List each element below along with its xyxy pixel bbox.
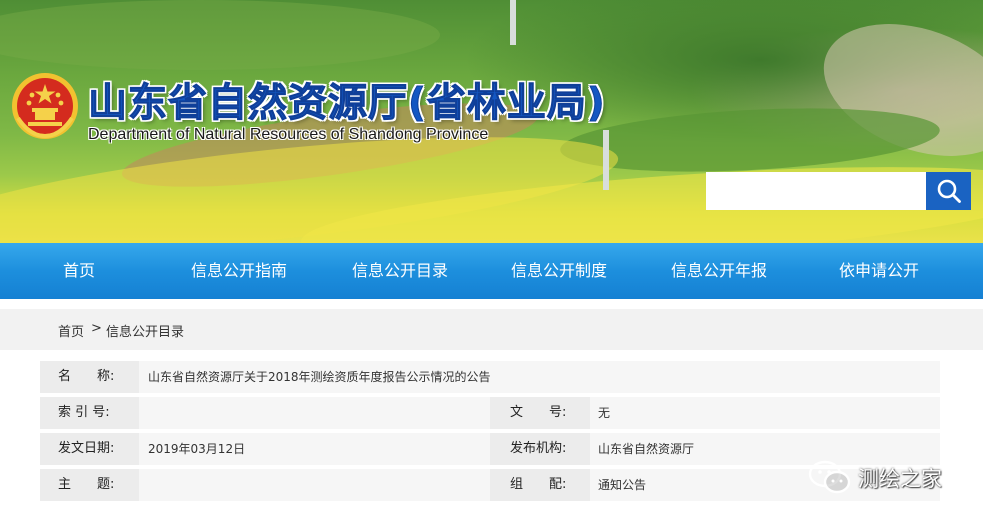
site-title: 山东省自然资源厅(省林业局) <box>88 81 606 127</box>
search-icon <box>937 179 961 203</box>
document-number-label: 文 号: <box>490 397 590 429</box>
watermark-text: 测绘之家 <box>858 467 942 491</box>
issue-date-label: 发文日期: <box>40 433 139 465</box>
name-value: 山东省自然资源厅关于2018年测绘资质年度报告公示情况的公告 <box>148 370 491 384</box>
search-input[interactable] <box>706 172 926 210</box>
info-row-subject: 主 题: 组 配: 通知公告 <box>40 469 940 501</box>
category-label: 组 配: <box>490 469 590 501</box>
index-number-label: 索 引 号: <box>40 397 139 429</box>
info-row-date: 发文日期: 2019年03月12日 发布机构: 山东省自然资源厅 <box>40 433 940 465</box>
breadcrumb: 首页 > 信息公开目录 <box>0 309 983 350</box>
nav-item-annual-report[interactable]: 信息公开年报 <box>671 243 767 299</box>
subject-label: 主 题: <box>40 469 139 501</box>
wechat-icon <box>808 460 851 494</box>
breadcrumb-separator: > <box>91 321 102 336</box>
issue-date-value: 2019年03月12日 <box>148 442 246 456</box>
issuer-value: 山东省自然资源厅 <box>598 442 695 456</box>
wechat-watermark: 测绘之家 <box>808 460 942 496</box>
issuer-label: 发布机构: <box>490 433 590 465</box>
search-button[interactable] <box>926 172 971 210</box>
nav-item-request-disclosure[interactable]: 依申请公开 <box>839 243 919 299</box>
nav-item-home[interactable]: 首页 <box>63 243 95 299</box>
info-row-name: 名 称: 山东省自然资源厅关于2018年测绘资质年度报告公示情况的公告 <box>40 361 940 393</box>
breadcrumb-home-link[interactable]: 首页 <box>58 321 84 340</box>
info-row-index: 索 引 号: 文 号: 无 <box>40 397 940 429</box>
name-label: 名 称: <box>40 361 139 393</box>
banner-hill-bg <box>0 0 440 70</box>
power-pylon-decoration <box>603 130 609 190</box>
nav-item-disclosure-catalog[interactable]: 信息公开目录 <box>352 243 448 299</box>
nav-item-disclosure-rules[interactable]: 信息公开制度 <box>511 243 607 299</box>
main-nav: 首页 信息公开指南 信息公开目录 信息公开制度 信息公开年报 依申请公开 <box>0 243 983 299</box>
nav-item-disclosure-guide[interactable]: 信息公开指南 <box>191 243 287 299</box>
header-banner: 山东省自然资源厅(省林业局) Department of Natural Res… <box>0 0 983 243</box>
national-emblem-icon <box>12 73 78 139</box>
site-subtitle-en: Department of Natural Resources of Shand… <box>88 126 489 143</box>
category-value: 通知公告 <box>598 478 647 492</box>
power-pylon-decoration <box>510 0 516 45</box>
document-number-value: 无 <box>598 406 611 420</box>
breadcrumb-current-link[interactable]: 信息公开目录 <box>106 321 184 340</box>
